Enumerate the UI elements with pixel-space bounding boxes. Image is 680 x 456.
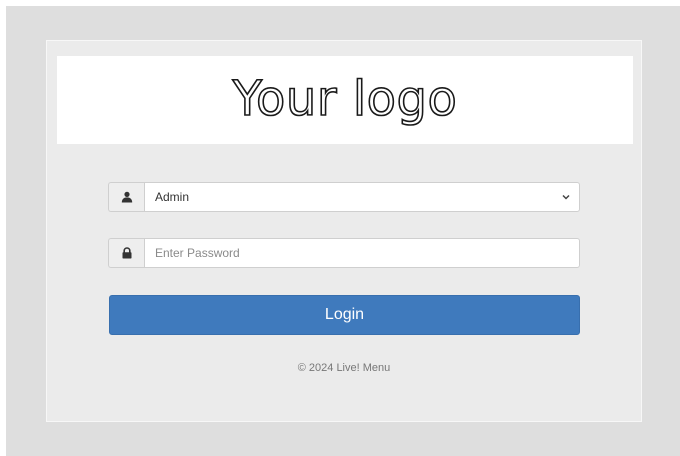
user-select-value: Admin — [155, 190, 190, 204]
chevron-down-icon — [562, 194, 570, 200]
logo-text: Your logo — [232, 71, 458, 127]
lock-icon — [108, 238, 144, 268]
password-group: Enter Password — [108, 238, 580, 268]
user-select[interactable]: Admin — [144, 182, 580, 212]
user-select-group: Admin — [108, 182, 580, 212]
user-icon — [108, 182, 144, 212]
copyright-footer: © 2024 Live! Menu — [297, 362, 391, 374]
logo-banner: Your logo — [57, 56, 633, 144]
password-placeholder: Enter Password — [155, 246, 240, 260]
login-button[interactable]: Login — [109, 295, 580, 335]
password-input[interactable]: Enter Password — [144, 238, 580, 268]
